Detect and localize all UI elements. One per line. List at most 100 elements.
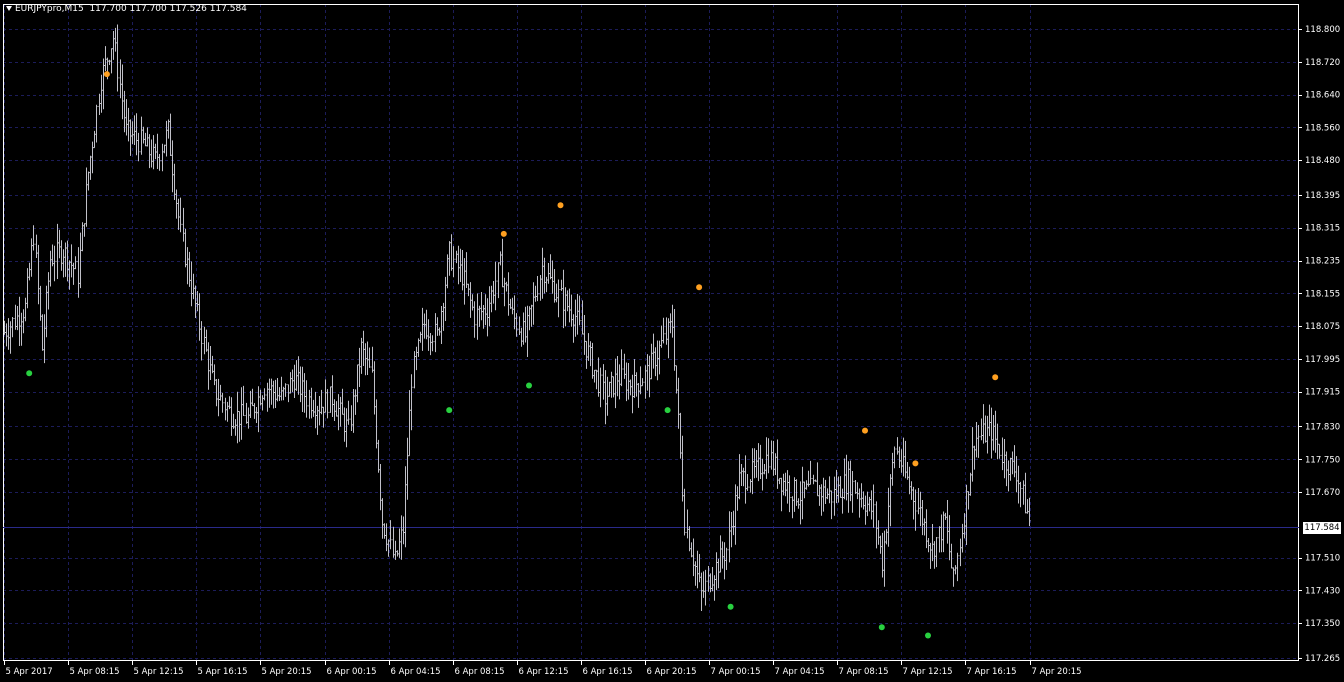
ohlc-bar [992, 415, 995, 451]
ohlc-bar [270, 378, 273, 405]
y-tick-label: 117.350 [1305, 619, 1340, 629]
ohlc-bar [211, 355, 214, 374]
ohlc-bar [572, 314, 575, 343]
ohlc-bar [822, 477, 825, 512]
ohlc-bar [148, 134, 151, 169]
ohlc-bar [276, 378, 279, 402]
ohlc-bar [471, 294, 474, 311]
ohlc-bar [675, 365, 678, 394]
ohlc-bar [150, 139, 153, 168]
y-tick-label: 118.560 [1305, 123, 1340, 133]
ohlc-bar [375, 399, 378, 449]
ohlc-bar [1024, 472, 1027, 514]
ohlc-bar [404, 466, 407, 548]
y-tick-label: 117.510 [1305, 554, 1340, 564]
ohlc-bar [49, 250, 52, 287]
ohlc-bar [746, 474, 749, 491]
ohlc-bar [234, 419, 237, 436]
ohlc-bar [555, 283, 558, 303]
ohlc-bar [641, 378, 644, 387]
ohlc-bar [906, 462, 909, 480]
ohlc-bar [627, 363, 630, 400]
ohlc-bar [948, 515, 951, 561]
ohlc-bar [324, 379, 327, 413]
ohlc-bar [278, 387, 281, 401]
ohlc-bar [465, 252, 468, 288]
ohlc-bar [662, 317, 665, 344]
ohlc-bar [198, 293, 201, 341]
ohlc-bar [257, 386, 260, 433]
ohlc-bar [410, 374, 413, 431]
ohlc-bar [570, 294, 573, 327]
ohlc-bar [776, 439, 779, 489]
ohlc-bar [70, 244, 73, 278]
y-tick-label: 118.315 [1305, 224, 1340, 234]
x-tick-label: 6 Apr 08:15 [455, 667, 505, 677]
ohlc-bar [614, 358, 617, 409]
ohlc-bar [240, 387, 243, 440]
ohlc-bar [337, 394, 340, 431]
ohlc-bar [41, 314, 44, 351]
ohlc-bar [280, 376, 283, 401]
ohlc-bar [72, 262, 75, 285]
ohlc-bar [60, 240, 63, 271]
ohlc-bar [757, 443, 760, 482]
x-tick-label: 6 Apr 04:15 [391, 667, 441, 677]
y-tick-label: 118.075 [1305, 322, 1340, 332]
ohlc-bar [793, 477, 796, 512]
ohlc-bar [639, 366, 642, 395]
ohlc-bar [16, 306, 19, 331]
ohlc-bar [314, 391, 317, 429]
x-tick-label: 5 Apr 16:15 [198, 667, 248, 677]
ohlc-bar [295, 360, 298, 391]
ohlc-bar [402, 516, 405, 545]
ohlc-bar [536, 276, 539, 302]
ohlc-bar [194, 285, 197, 318]
ohlc-bar [872, 484, 875, 528]
ohlc-bar [721, 541, 724, 569]
ohlc-bar [902, 437, 905, 477]
ohlc-bar [719, 535, 722, 573]
ohlc-bar [956, 552, 959, 582]
ohlc-bar [652, 333, 655, 369]
symbol-header: EURJPYpro,M15 117.700 117.700 117.526 11… [6, 3, 247, 15]
ohlc-bar [667, 318, 670, 359]
ohlc-bar [56, 223, 59, 279]
ohlc-bar [908, 466, 911, 495]
ohlc-bar [11, 317, 14, 338]
ohlc-bar [39, 285, 42, 321]
ohlc-bar [131, 121, 134, 144]
ohlc-bar [175, 189, 178, 219]
resistance-dot [862, 427, 868, 434]
ohlc-bar [77, 247, 80, 298]
ohlc-bar [900, 449, 903, 473]
ohlc-bar [595, 369, 598, 390]
ohlc-bar [396, 550, 399, 557]
price-chart[interactable]: 118.800 118.720 118.640 118.560 118.480 118.3… [0, 0, 1344, 682]
ohlc-bar [482, 305, 485, 329]
ohlc-bar [704, 569, 707, 606]
ohlc-bar [763, 464, 766, 475]
ohlc-bar [236, 391, 239, 444]
support-dot [26, 370, 33, 377]
dropdown-triangle-icon[interactable] [6, 6, 12, 11]
ohlc-bar [1005, 451, 1008, 487]
ohlc-bar [81, 222, 84, 252]
ohlc-bar [230, 397, 233, 436]
ohlc-bar [156, 133, 159, 169]
ohlc-bar [547, 263, 550, 284]
support-dot [727, 603, 734, 610]
ohlc-bar [620, 349, 623, 387]
ohlc-bar [413, 351, 416, 389]
chart-canvas[interactable]: 118.800 118.720 118.640 118.560 118.480 118.3… [0, 0, 1344, 682]
ohlc-bar [774, 453, 777, 475]
ohlc-bar [242, 385, 245, 416]
ohlc-bar [173, 163, 176, 200]
ohlc-bar [377, 439, 380, 473]
ohlc-bar [429, 333, 432, 356]
ohlc-bar [539, 275, 542, 301]
ohlc-bar [560, 279, 563, 291]
ohlc-bar [421, 307, 424, 351]
ohlc-bar [326, 389, 329, 419]
ohlc-bar [623, 353, 626, 379]
